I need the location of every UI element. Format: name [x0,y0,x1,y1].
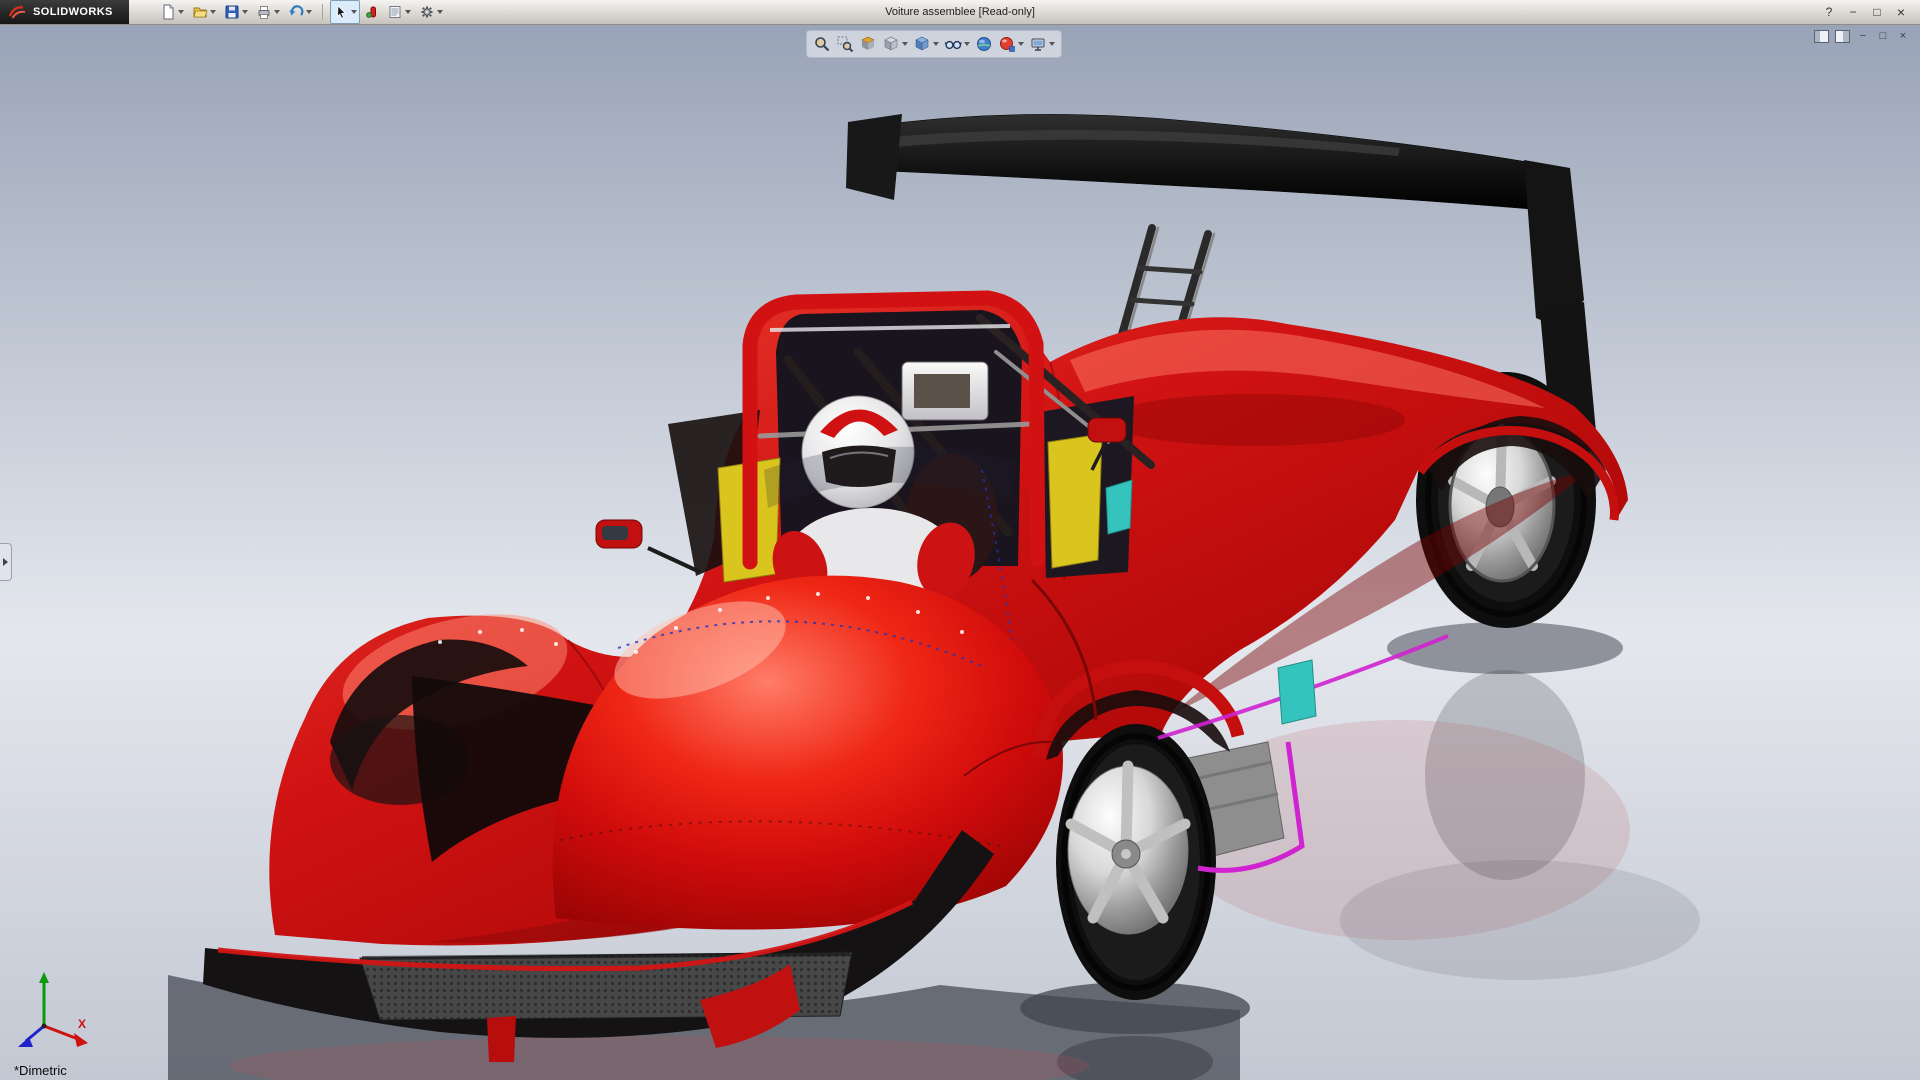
properties-button[interactable] [384,0,414,24]
doc-minimize-button[interactable]: − [1856,29,1870,43]
save-icon [224,4,240,20]
expand-arrow-icon [3,558,8,566]
properties-icon [387,4,403,20]
dropdown-caret[interactable] [1018,42,1024,46]
dropdown-caret[interactable] [306,10,312,14]
solidworks-logo-icon [8,4,28,20]
view-settings-button[interactable] [1027,34,1057,54]
options-icon [419,4,435,20]
open-icon [192,4,208,20]
edit-appearance-icon [998,35,1016,53]
hide-show-items-button[interactable] [942,34,972,54]
zoom-to-area-icon [836,35,854,53]
featuremanager-collapsed-tab[interactable] [0,543,12,581]
select-button[interactable] [330,0,360,24]
view-settings-icon [1029,35,1047,53]
print-button[interactable] [253,0,283,24]
window-controls: ? − □ × [1818,3,1920,21]
undo-icon [288,4,304,20]
doc-close-button[interactable]: × [1896,29,1910,43]
print-icon [256,4,272,20]
title-bar: SOLIDWORKS [0,0,1920,25]
options-button[interactable] [416,0,446,24]
dropdown-caret[interactable] [351,10,357,14]
dropdown-caret[interactable] [1049,42,1055,46]
doc-restore-button[interactable]: □ [1876,29,1890,43]
dropdown-caret[interactable] [178,10,184,14]
toolbar-separator [322,4,323,20]
hide-show-items-icon [944,35,962,53]
view-orientation-button[interactable] [880,34,910,54]
zoom-to-area-button[interactable] [834,34,856,54]
view-orientation-icon [882,35,900,53]
help-button[interactable]: ? [1818,3,1840,21]
graphics-area[interactable]: − □ × X *Dimetric [0,24,1920,1080]
new-document-button[interactable] [157,0,187,24]
heads-up-view-toolbar [806,30,1062,58]
save-button[interactable] [221,0,251,24]
dropdown-caret[interactable] [933,42,939,46]
display-style-icon [913,35,931,53]
appearance-swatch-button[interactable] [362,0,382,24]
orientation-triad: X [10,968,96,1054]
new-document-icon [160,4,176,20]
zoom-to-fit-button[interactable] [811,34,833,54]
dropdown-caret[interactable] [902,42,908,46]
pane-toggle-right-icon[interactable] [1835,30,1850,43]
section-view-button[interactable] [857,34,879,54]
apply-scene-button[interactable] [973,34,995,54]
close-button[interactable]: × [1890,3,1912,21]
minimize-button[interactable]: − [1842,3,1864,21]
main-toolbar [157,0,446,24]
pane-toggle-left-icon[interactable] [1814,30,1829,43]
dropdown-caret[interactable] [964,42,970,46]
edit-appearance-button[interactable] [996,34,1026,54]
maximize-button[interactable]: □ [1866,3,1888,21]
section-view-icon [859,35,877,53]
brand-text: SOLIDWORKS [33,6,113,18]
solidworks-logo: SOLIDWORKS [0,0,129,24]
apply-scene-icon [975,35,993,53]
triad-x-label: X [78,1017,86,1031]
dropdown-caret[interactable] [405,10,411,14]
open-button[interactable] [189,0,219,24]
model-3d-view [0,24,1920,1080]
document-window-controls: − □ × [1814,29,1910,43]
view-orientation-label: *Dimetric [14,1063,67,1078]
dropdown-caret[interactable] [242,10,248,14]
dropdown-caret[interactable] [210,10,216,14]
appearance-swatch-icon [365,4,379,20]
dropdown-caret[interactable] [274,10,280,14]
display-style-button[interactable] [911,34,941,54]
select-icon [333,4,349,20]
zoom-to-fit-icon [813,35,831,53]
undo-button[interactable] [285,0,315,24]
dropdown-caret[interactable] [437,10,443,14]
